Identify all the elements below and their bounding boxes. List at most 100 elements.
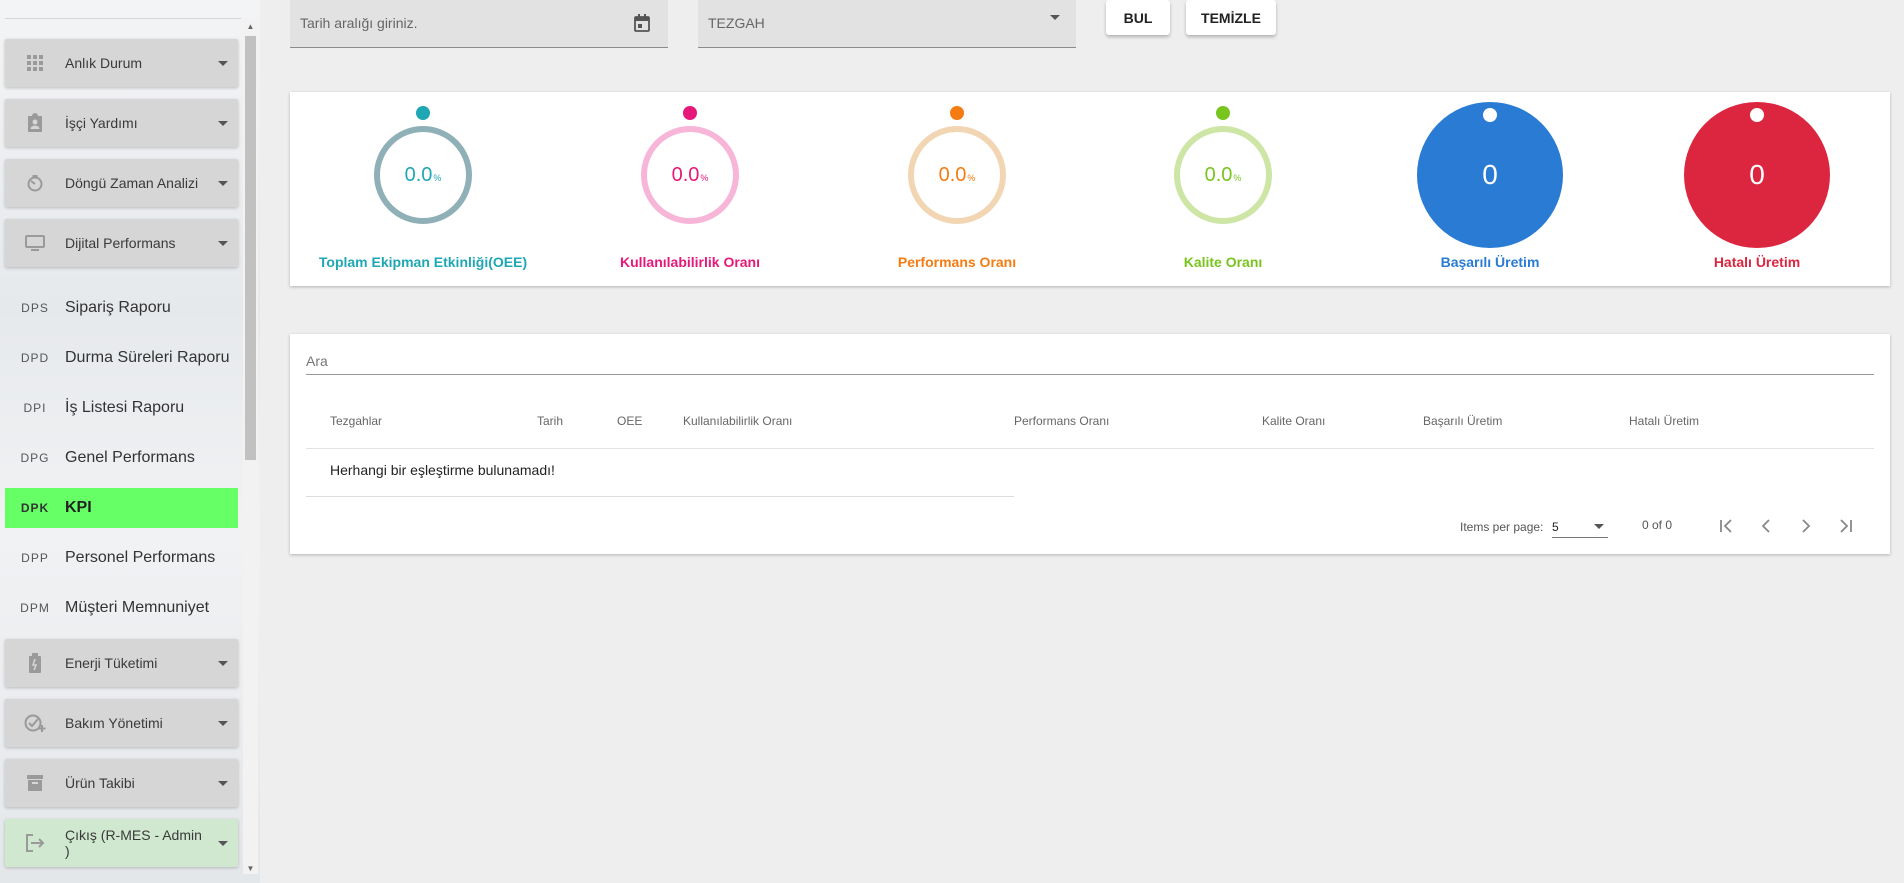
sidebar-item-genel-performans[interactable]: DPG Genel Performans (5, 438, 238, 478)
kpi-ring: 0.0% (1174, 126, 1272, 224)
chevron-down-icon (1594, 524, 1604, 529)
last-page-icon[interactable] (1828, 508, 1864, 544)
column-header-tezgahlar[interactable]: Tezgahlar (330, 414, 382, 428)
menu-label: Anlık Durum (65, 55, 143, 71)
column-header-quality[interactable]: Kalite Oranı (1262, 414, 1325, 428)
kpi-unit: % (700, 173, 709, 183)
sidebar-divider (5, 18, 241, 19)
sub-item-label: İş Listesi Raporu (65, 399, 185, 416)
next-page-icon[interactable] (1788, 508, 1824, 544)
menu-label: İşçi Yardımı (65, 115, 138, 131)
kpi-unit: % (1233, 173, 1242, 183)
chevron-down-icon (208, 660, 238, 666)
menu-dijital-performans[interactable]: Dijital Performans (5, 219, 238, 267)
kpi-performance: 0.0% Performans Oranı (824, 92, 1090, 286)
column-header-availability[interactable]: Kullanılabilirlik Oranı (683, 414, 792, 428)
menu-dongu-zaman-analizi[interactable]: Döngü Zaman Analizi (5, 159, 238, 207)
kpi-quality: 0.0% Kalite Oranı (1090, 92, 1356, 286)
date-range-placeholder: Tarih aralığı giriniz. (300, 15, 418, 31)
kpi-availability: 0.0% Kullanılabilirlik Oranı (557, 92, 823, 286)
menu-anlik-durum[interactable]: Anlık Durum (5, 39, 238, 87)
menu-label: Bakım Yönetimi (65, 715, 163, 731)
kpi-label: Başarılı Üretim (1440, 254, 1540, 270)
chevron-down-icon (208, 720, 238, 726)
indicator-dot (1216, 106, 1230, 120)
menu-label: Çıkış (R-MES - Admin ) (65, 827, 202, 859)
date-range-input[interactable]: Tarih aralığı giriniz. (290, 0, 668, 48)
scroll-down-arrow-icon[interactable]: ▼ (243, 864, 258, 874)
sub-item-label: Genel Performans (65, 449, 195, 466)
kpi-disc: 0 (1684, 102, 1830, 248)
kpi-unit: % (433, 173, 442, 183)
table-search[interactable] (306, 348, 1874, 375)
maintenance-icon (5, 713, 65, 733)
column-header-performance[interactable]: Performans Oranı (1014, 414, 1109, 428)
logout-icon (5, 834, 65, 852)
column-header-successful[interactable]: Başarılı Üretim (1423, 414, 1502, 428)
kpi-label: Performans Oranı (897, 254, 1017, 270)
chevron-down-icon (208, 780, 238, 786)
kpi-faulty-production: 0 Hatalı Üretim (1624, 92, 1890, 286)
items-per-page-select[interactable]: 5 (1552, 514, 1608, 538)
kpi-value: 0 (1749, 159, 1765, 190)
kpi-label: Hatalı Üretim (1713, 254, 1801, 270)
items-per-page-value: 5 (1552, 520, 1559, 534)
sub-item-label: Müşteri Memnuniyet (65, 599, 210, 616)
clear-button[interactable]: TEMİZLE (1186, 0, 1276, 35)
machine-select-value: TEZGAH (708, 15, 765, 31)
sidebar-item-siparis-raporu[interactable]: DPS Sipariş Raporu (5, 288, 238, 328)
indicator-dot (416, 106, 430, 120)
sub-item-abbr: DPI (23, 401, 47, 415)
sub-item-abbr: DPK (20, 501, 50, 515)
menu-isci-yardimi[interactable]: İşçi Yardımı (5, 99, 238, 147)
sub-item-label: Personel Performans (65, 549, 216, 566)
indicator-dot (950, 106, 964, 120)
monitor-icon (5, 234, 65, 252)
chevron-down-icon (208, 180, 238, 186)
sub-item-label: KPI (65, 499, 92, 516)
menu-enerji-tuketimi[interactable]: Enerji Tüketimi (5, 639, 238, 687)
menu-urun-takibi[interactable]: Ürün Takibi (5, 759, 238, 807)
menu-label: Ürün Takibi (65, 775, 135, 791)
sidebar-item-personel-performans[interactable]: DPP Personel Performans (5, 538, 238, 578)
kpi-ring: 0.0% (908, 126, 1006, 224)
kpi-card: 0.0% Toplam Ekipman Etkinliği(OEE) 0.0% … (290, 92, 1890, 286)
calendar-icon[interactable] (634, 14, 650, 37)
menu-bakim-yonetimi[interactable]: Bakım Yönetimi (5, 699, 238, 747)
kpi-successful-production: 0 Başarılı Üretim (1357, 92, 1623, 286)
sidebar: Anlık Durum İşçi Yardımı Döngü Zaman Ana… (0, 0, 260, 883)
sidebar-item-musteri-memnuniyet[interactable]: DPM Müşteri Memnuniyet (5, 588, 238, 628)
menu-cikis[interactable]: Çıkış (R-MES - Admin ) (5, 819, 238, 867)
badge-icon (5, 113, 65, 133)
indicator-dot (683, 106, 697, 120)
first-page-icon[interactable] (1708, 508, 1744, 544)
page-range: 0 of 0 (1642, 518, 1673, 532)
kpi-oee: 0.0% Toplam Ekipman Etkinliği(OEE) (290, 92, 556, 286)
search-input[interactable] (306, 348, 1874, 374)
column-header-faulty[interactable]: Hatalı Üretim (1629, 414, 1699, 428)
previous-page-icon[interactable] (1748, 508, 1784, 544)
items-per-page-label: Items per page: (1460, 520, 1544, 534)
sub-item-abbr: DPG (20, 451, 50, 465)
sub-item-abbr: DPD (20, 351, 50, 365)
find-button[interactable]: BUL (1106, 0, 1170, 35)
machine-select[interactable]: TEZGAH (698, 0, 1076, 48)
empty-message: Herhangi bir eşleştirme bulunamadı! (330, 462, 555, 478)
kpi-ring: 0.0% (374, 126, 472, 224)
scrollbar-thumb[interactable] (245, 36, 256, 460)
scroll-up-arrow-icon[interactable]: ▲ (243, 22, 258, 32)
kpi-ring: 0.0% (641, 126, 739, 224)
sidebar-scrollbar[interactable]: ▲ ▼ (243, 18, 258, 874)
sidebar-item-is-listesi-raporu[interactable]: DPI İş Listesi Raporu (5, 388, 238, 428)
battery-icon (5, 653, 65, 673)
menu-label: Enerji Tüketimi (65, 655, 158, 671)
column-header-tarih[interactable]: Tarih (537, 414, 563, 428)
indicator-dot (1750, 108, 1764, 122)
sub-item-abbr: DPS (21, 301, 49, 315)
column-header-oee[interactable]: OEE (617, 414, 642, 428)
header-divider (306, 448, 1874, 449)
grid-icon (5, 54, 65, 72)
sidebar-item-durma-sureleri-raporu[interactable]: DPD Durma Süreleri Raporu (5, 338, 238, 378)
sidebar-item-kpi[interactable]: DPK KPI (5, 488, 238, 528)
row-divider (306, 496, 1014, 497)
